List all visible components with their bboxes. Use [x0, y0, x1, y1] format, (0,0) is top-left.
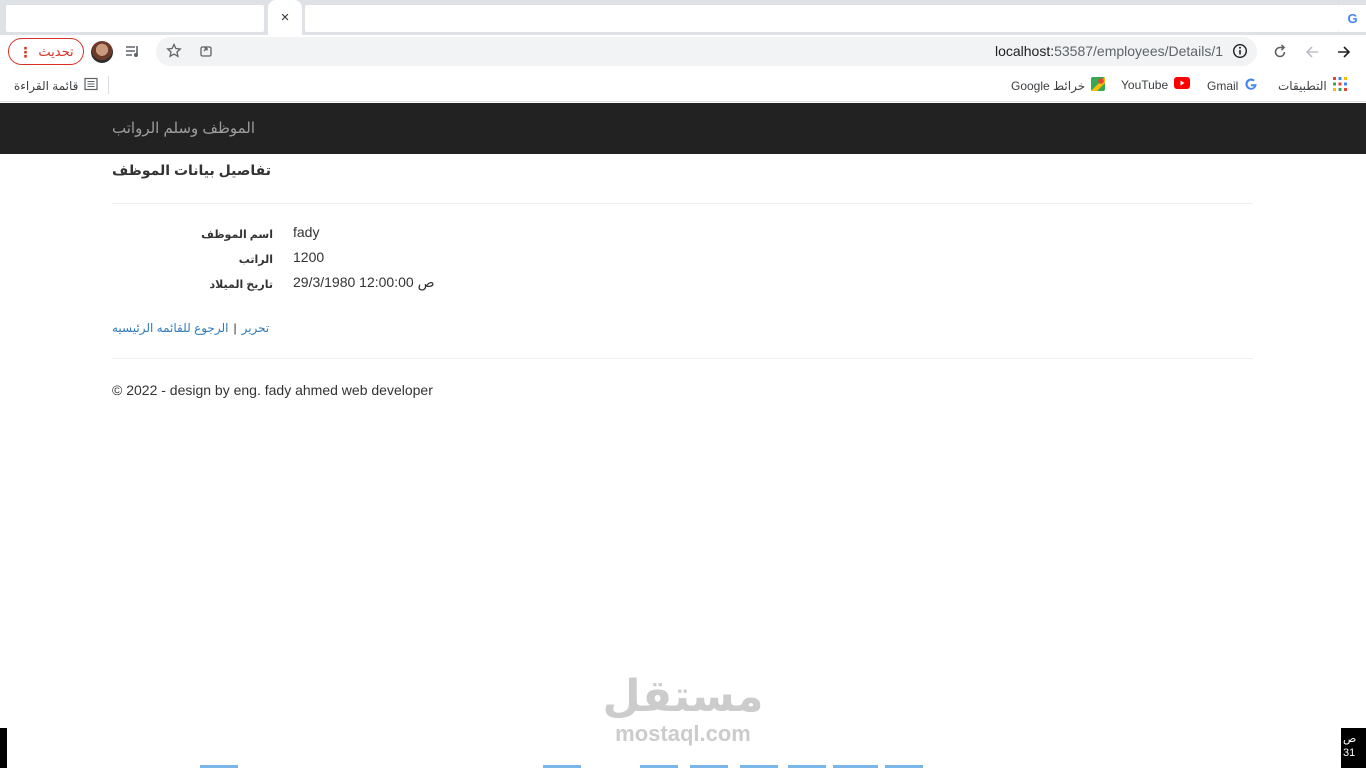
bookmarks-divider: [108, 76, 109, 94]
bookmark-gmail-label: Gmail: [1207, 78, 1239, 93]
share-icon[interactable]: [194, 39, 218, 63]
clock-line: 31: [1343, 747, 1356, 759]
url-path: 53587/employees/Details/1: [1054, 43, 1223, 59]
bookmark-gmail[interactable]: Gmail: [1207, 77, 1258, 94]
update-button[interactable]: تحديث ⋮: [8, 38, 84, 65]
bookmark-apps-label: التطبيقات: [1278, 78, 1327, 93]
watermark-arabic: مستقل: [602, 672, 764, 721]
bookmark-youtube[interactable]: YouTube: [1121, 77, 1191, 92]
taskbar-clock[interactable]: ص 31: [1341, 728, 1366, 768]
bookmarks-bar: قائمة القراءة خرائط Google YouTube Gmail…: [0, 69, 1366, 102]
back-to-list-link[interactable]: الرجوع للقائمه الرئيسيه: [112, 321, 228, 335]
profile-avatar[interactable]: [91, 41, 113, 63]
close-tab-icon[interactable]: ×: [281, 9, 290, 26]
detail-label: الراتب: [238, 254, 273, 266]
reload-icon[interactable]: [1268, 40, 1292, 64]
detail-row-name: اسم الموظف fady: [112, 224, 1253, 244]
bookmark-apps[interactable]: التطبيقات: [1278, 77, 1347, 94]
update-label: تحديث: [38, 43, 74, 59]
url-host: localhost:: [994, 43, 1055, 59]
apps-grid-icon: [1332, 77, 1347, 94]
tab-strip: × G: [0, 0, 1366, 35]
detail-row-salary: الراتب 1200: [112, 249, 1253, 269]
taskbar-edge: [0, 728, 7, 768]
detail-value: 29/3/1980 12:00:00 ص: [293, 274, 435, 290]
browser-tab[interactable]: [305, 5, 1339, 32]
google-g-icon: [1244, 77, 1258, 94]
detail-row-birthdate: تاريخ الميلاد 29/3/1980 12:00:00 ص: [112, 274, 1253, 294]
browser-tab[interactable]: [6, 5, 264, 32]
menu-dots-icon: ⋮: [18, 43, 33, 60]
site-info-icon[interactable]: [1228, 39, 1252, 63]
google-icon: G: [1339, 5, 1366, 32]
page-title: تفاصيل بيانات الموظف: [112, 162, 271, 178]
active-tab[interactable]: ×: [268, 0, 302, 35]
clock-line: ص: [1343, 733, 1357, 745]
site-navbar: الموظف وسلم الرواتب: [0, 103, 1366, 154]
bookmark-star-icon[interactable]: [162, 39, 186, 63]
footer-text: © 2022 - design by eng. fady ahmed web d…: [112, 382, 433, 398]
detail-label: تاريخ الميلاد: [209, 279, 273, 291]
media-playlist-icon[interactable]: [121, 40, 145, 64]
reading-list-button[interactable]: قائمة القراءة: [14, 77, 98, 94]
bookmark-youtube-label: YouTube: [1121, 77, 1169, 92]
os-taskbar: ص 31: [0, 728, 1366, 768]
url-text[interactable]: localhost:53587/employees/Details/1: [995, 43, 1223, 59]
reading-list-label: قائمة القراءة: [14, 78, 79, 93]
link-separator: |: [233, 321, 237, 335]
reading-list-icon: [84, 77, 98, 94]
back-arrow-icon[interactable]: [1300, 40, 1324, 64]
youtube-icon: [1174, 77, 1191, 92]
divider: [112, 203, 1253, 204]
google-maps-icon: [1091, 77, 1106, 94]
forward-arrow-icon[interactable]: [1332, 40, 1356, 64]
divider: [112, 358, 1253, 359]
bookmark-maps-label: خرائط Google: [1011, 78, 1086, 93]
edit-link[interactable]: تحرير: [242, 321, 270, 335]
navbar-brand-link[interactable]: الموظف وسلم الرواتب: [112, 119, 255, 137]
bookmark-maps[interactable]: خرائط Google: [1011, 77, 1106, 94]
action-links: تحرير | الرجوع للقائمه الرئيسيه: [112, 321, 269, 335]
detail-label: اسم الموظف: [201, 229, 273, 241]
address-bar[interactable]: localhost:53587/employees/Details/1: [156, 37, 1257, 66]
detail-value: fady: [293, 224, 320, 240]
detail-value: 1200: [293, 249, 325, 265]
browser-toolbar: تحديث ⋮ localhost:53587/employees/Detail…: [0, 35, 1366, 69]
